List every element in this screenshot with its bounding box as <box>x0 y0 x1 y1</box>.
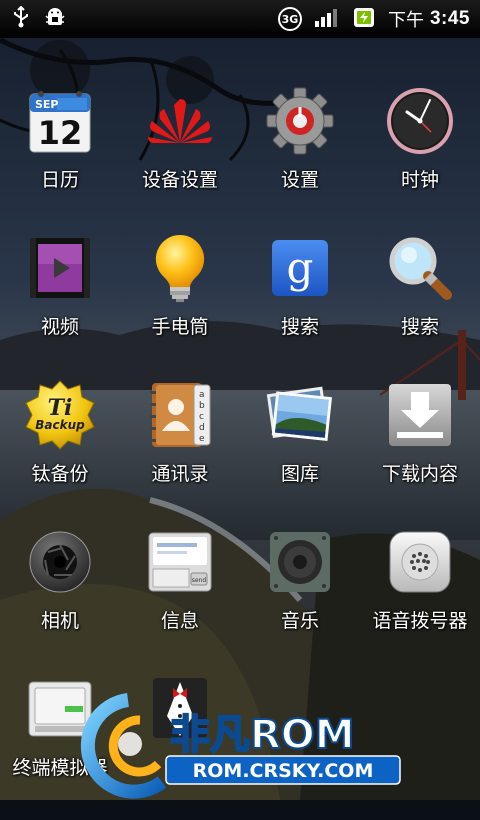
contacts-tab-e: e <box>199 434 205 444</box>
app-flashlight[interactable]: 手电筒 <box>120 232 240 379</box>
contacts-tab-a: a <box>199 390 205 400</box>
app-label: 下载内容 <box>381 463 458 485</box>
gallery-icon <box>264 379 336 451</box>
app-label: 日历 <box>40 169 79 191</box>
app-label: 语音拨号器 <box>372 610 468 632</box>
clock-icon <box>384 85 456 157</box>
signal-strength-icon <box>314 6 340 32</box>
voice-dialer-icon <box>384 526 456 598</box>
battery-charging-icon <box>352 5 376 33</box>
ampm-label: 下午 <box>387 10 424 31</box>
app-calendar[interactable]: SEP 12 日历 <box>0 85 120 232</box>
app-gallery[interactable]: 图库 <box>240 379 360 526</box>
video-icon <box>24 232 96 304</box>
app-messaging[interactable]: send 信息 <box>120 526 240 673</box>
app-label: 搜索 <box>400 316 439 338</box>
calendar-day: 12 <box>38 114 83 152</box>
watermark-url: ROM.CRSKY.COM <box>193 760 374 782</box>
camera-icon <box>24 526 96 598</box>
app-label: 信息 <box>160 610 199 632</box>
app-label: 设置 <box>280 169 319 191</box>
messaging-icon: send <box>144 526 216 598</box>
lightbulb-icon <box>144 232 216 304</box>
app-video[interactable]: 视频 <box>0 232 120 379</box>
music-speaker-icon <box>264 526 336 598</box>
status-bar: 3G 下午 3:45 <box>0 0 480 38</box>
clock-time: 3:45 <box>429 8 470 29</box>
feifan-rom-watermark: 非凡ROM ROM.CRSKY.COM <box>80 693 401 799</box>
titanium-backup-icon: Ti Backup <box>24 379 96 451</box>
calendar-icon: SEP 12 <box>24 85 96 157</box>
magnifier-icon <box>384 232 456 304</box>
app-settings[interactable]: 设置 <box>240 85 360 232</box>
app-google-search[interactable]: g 搜索 <box>240 232 360 379</box>
app-label: 手电筒 <box>151 316 209 338</box>
app-label: 设备设置 <box>141 169 218 191</box>
gear-icon <box>264 85 336 157</box>
3g-icon: 3G <box>277 7 302 31</box>
ti-line2: Backup <box>35 418 85 432</box>
app-label: 通讯录 <box>151 463 209 485</box>
app-label: 视频 <box>40 316 79 338</box>
huawei-logo-icon <box>144 85 216 157</box>
download-icon <box>384 379 456 451</box>
app-label: 钛备份 <box>31 463 89 485</box>
app-label: 时钟 <box>400 169 439 191</box>
app-search[interactable]: 搜索 <box>360 232 480 379</box>
network-type-label: 3G <box>281 12 299 26</box>
usb-icon <box>12 5 30 32</box>
google-search-icon: g <box>264 232 336 304</box>
app-label: 图库 <box>280 463 319 485</box>
contacts-book-icon: a b c d e <box>144 379 216 451</box>
watermark-brand: 非凡ROM <box>170 712 355 758</box>
contacts-tab-c: c <box>199 412 204 422</box>
android-debug-icon <box>44 6 66 32</box>
app-downloads[interactable]: 下载内容 <box>360 379 480 526</box>
app-device-settings[interactable]: 设备设置 <box>120 85 240 232</box>
app-music[interactable]: 音乐 <box>240 526 360 673</box>
app-clock[interactable]: 时钟 <box>360 85 480 232</box>
app-camera[interactable]: 相机 <box>0 526 120 673</box>
app-contacts[interactable]: a b c d e 通讯录 <box>120 379 240 526</box>
contacts-tab-d: d <box>199 423 205 433</box>
contacts-tab-b: b <box>199 401 205 411</box>
app-label: 相机 <box>40 610 79 632</box>
google-g-glyph: g <box>287 243 314 292</box>
app-titanium-backup[interactable]: Ti Backup 钛备份 <box>0 379 120 526</box>
app-label: 音乐 <box>280 610 319 632</box>
calendar-month: SEP <box>35 98 59 111</box>
app-label: 搜索 <box>280 316 319 338</box>
app-voice-dialer[interactable]: 语音拨号器 <box>360 526 480 673</box>
send-button-label: send <box>192 577 207 584</box>
